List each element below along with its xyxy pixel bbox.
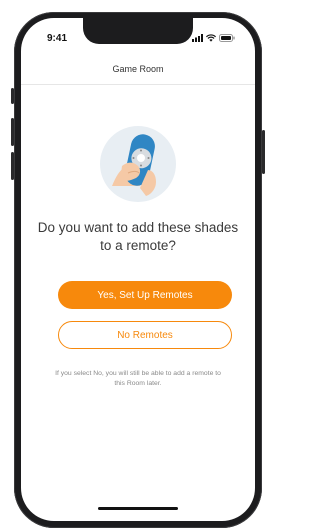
wifi-icon [206,34,216,42]
side-button-silent [11,88,14,104]
no-remotes-label: No Remotes [117,329,173,341]
signal-icon [192,34,203,42]
no-remotes-button[interactable]: No Remotes [58,321,232,349]
yes-set-up-remotes-button[interactable]: Yes, Set Up Remotes [58,281,232,309]
device-mockup: 9:41 Game Room Do you want to add these … [0,0,265,532]
status-bar: 9:41 [21,18,255,54]
page-header: Game Room [21,54,255,85]
page-title: Game Room [112,64,164,74]
status-time: 9:41 [47,33,68,44]
remote-in-hand-icon [100,126,176,202]
footnote-text: If you select No, you will still be able… [55,370,221,387]
side-button-volume-down [11,152,14,180]
status-icons [192,34,235,42]
yes-set-up-remotes-label: Yes, Set Up Remotes [97,289,193,301]
battery-icon [219,34,235,42]
question-text: Do you want to add these shades to a rem… [37,220,239,253]
side-button-power [262,130,265,174]
side-button-volume-up [11,118,14,146]
app-screen: 9:41 Game Room Do you want to add these … [21,18,255,521]
home-indicator [98,507,178,510]
